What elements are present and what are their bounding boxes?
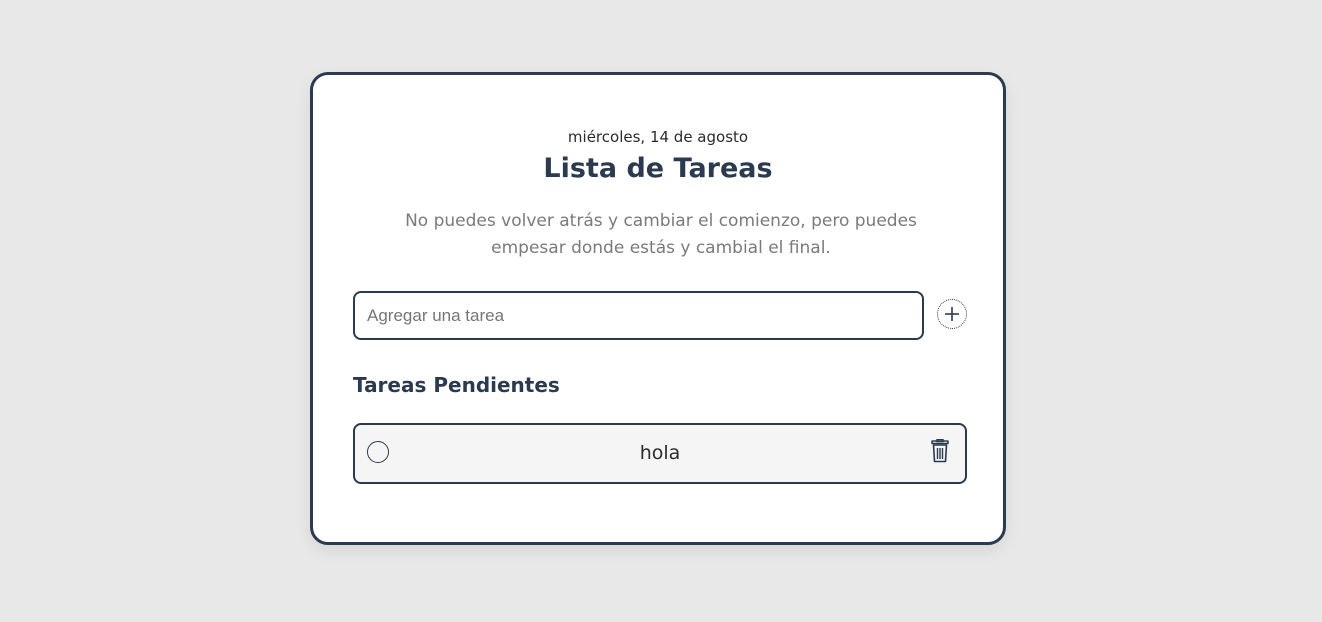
todo-card: miércoles, 14 de agosto Lista de Tareas …: [310, 72, 1006, 545]
task-complete-toggle[interactable]: [367, 441, 389, 463]
trash-icon[interactable]: [929, 439, 951, 463]
current-date: miércoles, 14 de agosto: [567, 128, 749, 146]
add-task-button[interactable]: [937, 299, 967, 329]
new-task-input[interactable]: [353, 291, 924, 340]
task-text: hola: [639, 442, 681, 464]
task-item: hola: [353, 423, 967, 484]
motivational-quote: No puedes volver atrás y cambiar el comi…: [405, 211, 917, 258]
pending-section-title: Tareas Pendientes: [353, 373, 560, 397]
plus-circle-icon: [945, 307, 959, 321]
page-title: Lista de Tareas: [543, 153, 773, 184]
